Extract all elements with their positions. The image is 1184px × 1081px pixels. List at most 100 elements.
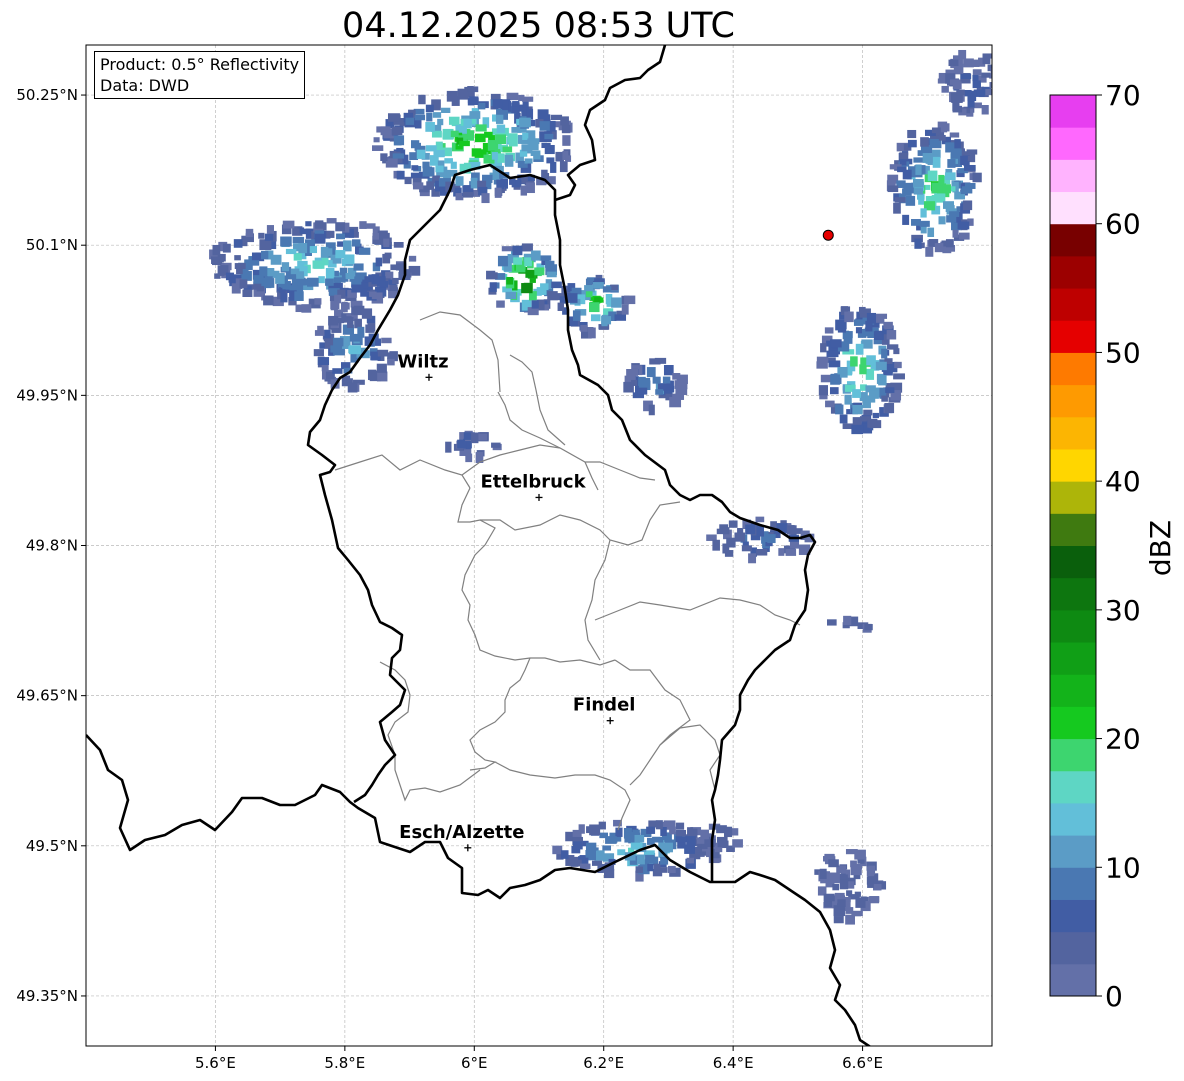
echo-cell bbox=[376, 349, 389, 357]
echo-cell bbox=[333, 337, 344, 347]
city-label: Esch/Alzette bbox=[399, 822, 524, 843]
echo-cell bbox=[911, 219, 921, 226]
lon-tick-label: 6°E bbox=[461, 1054, 488, 1072]
lon-tick-label: 5.6°E bbox=[195, 1054, 236, 1072]
echo-cell bbox=[829, 387, 839, 395]
echo-cell bbox=[615, 827, 623, 837]
echo-cell bbox=[521, 96, 534, 102]
echo-cell bbox=[636, 854, 645, 865]
echo-cell bbox=[455, 176, 464, 186]
echo-cell bbox=[486, 270, 496, 280]
echo-cell bbox=[886, 330, 897, 340]
echo-cell bbox=[524, 158, 533, 164]
echo-cell bbox=[560, 116, 569, 126]
echo-cell bbox=[858, 306, 866, 314]
echo-cell bbox=[621, 304, 629, 315]
echo-cell bbox=[560, 850, 569, 859]
echo-cell bbox=[922, 153, 933, 163]
echo-cell bbox=[259, 239, 272, 251]
echo-cell bbox=[957, 221, 970, 230]
echo-cell bbox=[962, 200, 973, 211]
echo-cell bbox=[343, 254, 355, 265]
echo-cell bbox=[686, 857, 695, 864]
echo-cell bbox=[292, 236, 305, 244]
echo-cell bbox=[937, 78, 947, 84]
echo-cell bbox=[320, 246, 329, 258]
echo-cell bbox=[655, 389, 664, 395]
echo-cell bbox=[919, 220, 930, 227]
echo-cell bbox=[883, 321, 893, 329]
echo-cell bbox=[234, 255, 241, 261]
echo-cell bbox=[544, 133, 554, 140]
echo-cell bbox=[335, 222, 346, 232]
lat-tick-label: 50.25°N bbox=[16, 86, 78, 104]
echo-cell bbox=[253, 275, 264, 284]
echo-cell bbox=[491, 152, 498, 160]
echo-cell bbox=[602, 286, 612, 293]
city-label: Wiltz bbox=[397, 351, 448, 372]
map-title: 04.12.2025 08:53 UTC bbox=[342, 6, 735, 46]
echo-cell bbox=[875, 361, 887, 371]
echo-cell bbox=[285, 248, 297, 255]
echo-cell bbox=[396, 170, 405, 180]
echo-cell bbox=[358, 247, 371, 255]
echo-cell bbox=[469, 96, 479, 105]
echo-cell bbox=[786, 525, 795, 535]
echo-cell bbox=[325, 268, 335, 279]
echo-cell bbox=[863, 409, 873, 416]
echo-cell bbox=[506, 276, 513, 285]
echo-cell bbox=[544, 144, 555, 155]
echo-cell bbox=[565, 155, 572, 162]
echo-cell bbox=[551, 281, 562, 289]
echo-cell bbox=[495, 134, 507, 145]
echo-cell bbox=[478, 102, 486, 110]
echo-cell bbox=[352, 239, 361, 247]
echo-cell bbox=[239, 279, 248, 289]
echo-cell bbox=[652, 836, 664, 843]
product-info-box: Product: 0.5° Reflectivity Data: DWD bbox=[94, 51, 306, 99]
echo-cell bbox=[296, 271, 304, 279]
echo-cell bbox=[351, 306, 361, 315]
echo-cell bbox=[949, 211, 960, 217]
echo-cell bbox=[646, 367, 656, 378]
echo-cell bbox=[372, 232, 380, 240]
echo-cell bbox=[387, 113, 400, 122]
echo-cell bbox=[623, 828, 632, 839]
echo-cell bbox=[961, 186, 973, 194]
echo-cell bbox=[353, 263, 364, 271]
echo-cell bbox=[502, 100, 509, 111]
echo-cell bbox=[377, 372, 387, 381]
echo-cell bbox=[605, 836, 617, 844]
echo-cell bbox=[481, 193, 490, 204]
echo-cell bbox=[893, 348, 900, 355]
echo-cell bbox=[502, 146, 513, 153]
echo-cell bbox=[944, 172, 956, 181]
echo-cell bbox=[872, 883, 882, 891]
echo-cell bbox=[637, 387, 648, 395]
echo-cell bbox=[654, 357, 667, 364]
echo-cell bbox=[387, 352, 397, 359]
echo-cell bbox=[212, 244, 221, 256]
echo-cell bbox=[925, 246, 934, 257]
echo-cell bbox=[700, 829, 709, 840]
echo-cell bbox=[686, 836, 696, 846]
echo-cell bbox=[885, 387, 895, 393]
echo-cell bbox=[623, 381, 634, 393]
echo-cell bbox=[512, 101, 520, 107]
echo-cell bbox=[635, 866, 644, 874]
echo-cell bbox=[337, 241, 344, 247]
echo-cell bbox=[509, 178, 516, 185]
echo-cell bbox=[580, 324, 588, 332]
echo-cell bbox=[894, 361, 902, 369]
echo-cell bbox=[376, 363, 387, 374]
echo-cell bbox=[312, 260, 323, 269]
echo-cell bbox=[496, 300, 505, 308]
echo-cell bbox=[372, 145, 384, 151]
echo-cell bbox=[874, 330, 883, 340]
echo-cell bbox=[648, 404, 655, 416]
echo-cell bbox=[881, 348, 888, 359]
echo-cell bbox=[827, 619, 837, 626]
echo-cell bbox=[383, 238, 390, 248]
echo-cell bbox=[824, 327, 834, 334]
city-label: Findel bbox=[573, 695, 636, 716]
